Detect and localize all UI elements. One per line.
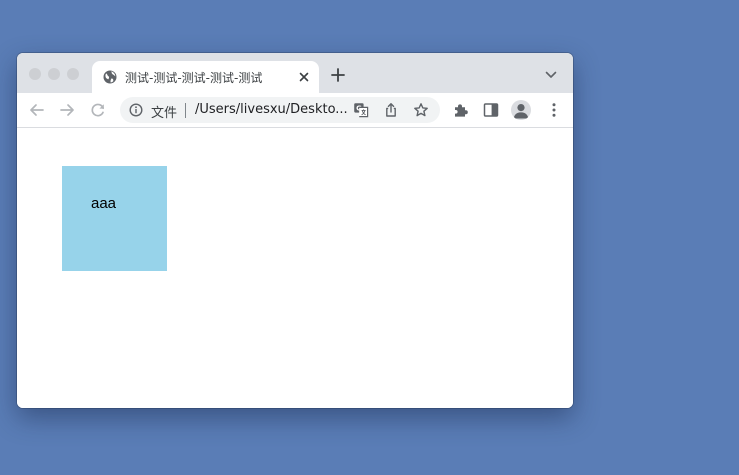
profile-avatar[interactable] — [511, 100, 531, 120]
toolbar: 文件 /Users/livesxu/Deskto... G — [17, 93, 573, 128]
demo-box-text: aaa — [91, 195, 117, 212]
new-tab-icon[interactable] — [330, 67, 346, 83]
chevron-down-icon[interactable] — [545, 70, 557, 80]
tab-active[interactable]: 测试-测试-测试-测试-测试 — [92, 61, 319, 93]
window-maximize-button[interactable] — [67, 68, 79, 80]
window-minimize-button[interactable] — [48, 68, 60, 80]
address-bar[interactable]: 文件 /Users/livesxu/Deskto... G — [120, 97, 440, 123]
forward-arrow-icon[interactable] — [58, 101, 76, 119]
person-icon — [513, 104, 529, 119]
window-close-button[interactable] — [29, 68, 41, 80]
omnibox-divider — [185, 103, 186, 118]
extensions-icon[interactable] — [452, 101, 470, 119]
tab-strip: 测试-测试-测试-测试-测试 — [17, 53, 573, 93]
url-text[interactable]: /Users/livesxu/Deskto... — [195, 102, 348, 117]
scheme-label: 文件 — [151, 106, 178, 121]
page-content: aaa — [17, 128, 573, 408]
browser-window: 测试-测试-测试-测试-测试 文件 /Users/livesxu/Deskto.… — [17, 53, 573, 408]
share-icon[interactable] — [383, 102, 399, 118]
info-icon[interactable] — [129, 103, 143, 117]
globe-icon — [103, 70, 117, 84]
demo-box: aaa — [62, 166, 167, 271]
translate-icon[interactable]: G — [353, 102, 369, 118]
back-arrow-icon[interactable] — [28, 101, 46, 119]
menu-kebab-icon[interactable] — [545, 101, 563, 119]
tab-title: 测试-测试-测试-测试-测试 — [125, 71, 263, 85]
side-panel-icon[interactable] — [482, 101, 500, 119]
star-icon[interactable] — [413, 102, 429, 118]
close-tab-icon[interactable] — [297, 70, 311, 84]
reload-icon[interactable] — [89, 101, 107, 119]
